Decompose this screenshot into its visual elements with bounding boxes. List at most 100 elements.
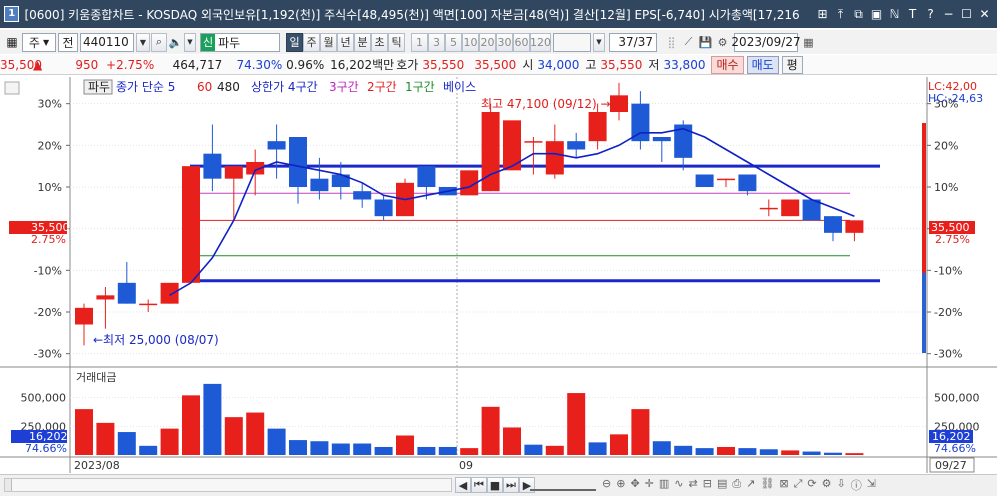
speaker-icon[interactable]: 🔈 bbox=[167, 33, 184, 52]
title-button-4[interactable]: ℕ bbox=[886, 6, 903, 23]
gear-icon[interactable]: ⚙ bbox=[714, 33, 731, 52]
candle-body bbox=[824, 216, 842, 233]
split-icon[interactable]: ⊟ bbox=[703, 477, 712, 493]
share-icon[interactable]: ↗ bbox=[746, 477, 755, 493]
window-title: [0600] 키움종합차트 - KOSDAQ 외국인보유[1,192(천)] 주… bbox=[24, 7, 800, 22]
interval-input[interactable] bbox=[553, 32, 591, 52]
interval-button-7[interactable]: 120 bbox=[530, 32, 551, 52]
period-tab-2[interactable]: 월 bbox=[320, 32, 337, 52]
date-cursor-text: 09/27 bbox=[935, 459, 967, 472]
link-icon[interactable]: ⛓ bbox=[760, 477, 774, 493]
volume-bar bbox=[524, 444, 543, 455]
speaker-dropdown-icon[interactable]: ▼ bbox=[184, 32, 196, 52]
config-icon[interactable]: ⚙ bbox=[822, 477, 832, 493]
lock-icon[interactable]: ⊠ bbox=[779, 477, 788, 493]
interval-button-2[interactable]: 5 bbox=[445, 32, 462, 52]
step-back-icon[interactable]: ◀ bbox=[455, 477, 471, 493]
low-price: 33,800 bbox=[663, 57, 706, 72]
right-tick-label: -30% bbox=[934, 348, 962, 361]
pan-icon[interactable]: ✥ bbox=[630, 477, 639, 493]
title-button-3[interactable]: ▣ bbox=[868, 6, 885, 23]
zoom-out-icon[interactable]: ⊖ bbox=[602, 477, 611, 493]
date-field[interactable]: 2023/09/27 bbox=[731, 32, 801, 52]
title-button-7[interactable]: − bbox=[940, 6, 957, 23]
volume-bar bbox=[802, 451, 821, 455]
refresh-icon[interactable]: ⟳ bbox=[807, 477, 816, 493]
title-button-6[interactable]: ? bbox=[922, 6, 939, 23]
interval-dropdown-icon[interactable]: ▼ bbox=[593, 32, 605, 52]
legend-settings-icon[interactable] bbox=[4, 81, 20, 95]
stock-code-input[interactable]: 440110 bbox=[80, 32, 134, 52]
stop-icon[interactable]: ■ bbox=[487, 477, 503, 493]
volume-bar bbox=[289, 440, 307, 455]
grid-icon[interactable]: ▦ bbox=[4, 33, 20, 52]
expand-icon[interactable]: ⤢ bbox=[794, 477, 803, 493]
title-button-1[interactable]: ⤒ bbox=[832, 6, 849, 23]
period-tab-3[interactable]: 년 bbox=[337, 32, 354, 52]
print-icon[interactable]: ⎙ bbox=[732, 477, 741, 493]
horizontal-scrollbar[interactable] bbox=[4, 478, 452, 492]
interval-button-0[interactable]: 1 bbox=[411, 32, 428, 52]
left-tick-label: 20% bbox=[38, 139, 62, 152]
legend-base: 베이스 bbox=[443, 80, 476, 94]
page-counter[interactable]: 37/37 bbox=[609, 32, 657, 52]
period-tab-4[interactable]: 분 bbox=[354, 32, 371, 52]
export-icon[interactable]: ⇩ bbox=[836, 477, 845, 493]
window-number[interactable]: 1 bbox=[4, 6, 20, 22]
all-button[interactable]: 전 bbox=[58, 32, 78, 52]
sell-button[interactable]: 매도 bbox=[746, 55, 779, 74]
bid-label: 호가 bbox=[396, 58, 419, 72]
collapse-icon[interactable]: ⇲ bbox=[867, 477, 876, 493]
title-button-5[interactable]: T bbox=[904, 6, 921, 23]
hc-label: HC:-24,63 bbox=[928, 92, 983, 105]
volume-bar bbox=[652, 441, 671, 455]
search-icon[interactable]: ⌕ bbox=[151, 32, 167, 52]
zoom-in-icon[interactable]: ⊕ bbox=[616, 477, 625, 493]
interval-button-1[interactable]: 3 bbox=[428, 32, 445, 52]
code-dropdown-icon[interactable]: ▼ bbox=[136, 32, 150, 52]
chart-type-icon[interactable]: ▥ bbox=[659, 477, 669, 493]
candle-body bbox=[139, 303, 158, 306]
save-icon[interactable]: 💾 bbox=[697, 33, 714, 52]
interval-button-3[interactable]: 10 bbox=[462, 32, 479, 52]
high-price: 35,550 bbox=[600, 57, 643, 72]
market-select[interactable]: 주 ▼ bbox=[22, 32, 56, 52]
rewind-icon[interactable]: ⏮ bbox=[471, 477, 487, 493]
forward-icon[interactable]: ⏭ bbox=[503, 477, 519, 493]
interval-buttons: 1 3 5 10 20 30 60 120 bbox=[411, 32, 551, 52]
interval-button-4[interactable]: 20 bbox=[479, 32, 496, 52]
title-button-2[interactable]: ⧉ bbox=[850, 6, 867, 23]
grid-settings-icon[interactable]: ⣿ bbox=[663, 33, 680, 52]
compare-icon[interactable]: ⇄ bbox=[689, 477, 698, 493]
evaluate-button[interactable]: 평 bbox=[781, 55, 803, 74]
calendar-icon[interactable]: ▦ bbox=[800, 33, 817, 52]
crosshair-icon[interactable]: ✛ bbox=[645, 477, 654, 493]
scrollbar-thumb[interactable] bbox=[11, 479, 451, 491]
candle-body bbox=[182, 166, 200, 283]
buy-button[interactable]: 매수 bbox=[711, 55, 744, 74]
period-tab-0[interactable]: 일 bbox=[286, 32, 303, 52]
turnover-rate: 0.96% bbox=[286, 57, 325, 72]
period-tab-6[interactable]: 틱 bbox=[388, 32, 405, 52]
period-tab-5[interactable]: 초 bbox=[371, 32, 388, 52]
price-chart[interactable]: 500,000 500,000250,000 250,000 30% 30%20% 20… bbox=[0, 77, 997, 473]
layout-icon[interactable]: ▤ bbox=[717, 477, 727, 493]
period-tab-1[interactable]: 주 bbox=[303, 32, 320, 52]
left-tick-label: -30% bbox=[34, 348, 62, 361]
volume-bar bbox=[588, 442, 607, 455]
interval-button-5[interactable]: 30 bbox=[496, 32, 513, 52]
info-icon[interactable]: ⓘ bbox=[851, 477, 862, 493]
trend-icon[interactable]: ⟋ bbox=[680, 33, 697, 52]
chart-area[interactable]: 500,000 500,000 250,000 250,000 30% 30% 20% 20… bbox=[0, 77, 997, 473]
volume-bar bbox=[75, 409, 93, 455]
title-button-8[interactable]: ☐ bbox=[958, 6, 975, 23]
stock-name-field[interactable]: 신 파두 bbox=[200, 32, 280, 52]
zoom-slider[interactable] bbox=[530, 479, 596, 491]
chart-toolbar: ▦ 주 ▼ 전 440110 ▼ ⌕ 🔈 ▼ 신 파두 일주월년분초틱 1 3 5 10… bbox=[0, 30, 997, 54]
title-button-0[interactable]: ⊞ bbox=[814, 6, 831, 23]
interval-button-6[interactable]: 60 bbox=[513, 32, 530, 52]
high-label: 고 bbox=[585, 58, 597, 72]
title-button-9[interactable]: ✕ bbox=[976, 6, 993, 23]
indicator-icon[interactable]: ∿ bbox=[674, 477, 683, 493]
left-tick-label: -20% bbox=[34, 306, 62, 319]
